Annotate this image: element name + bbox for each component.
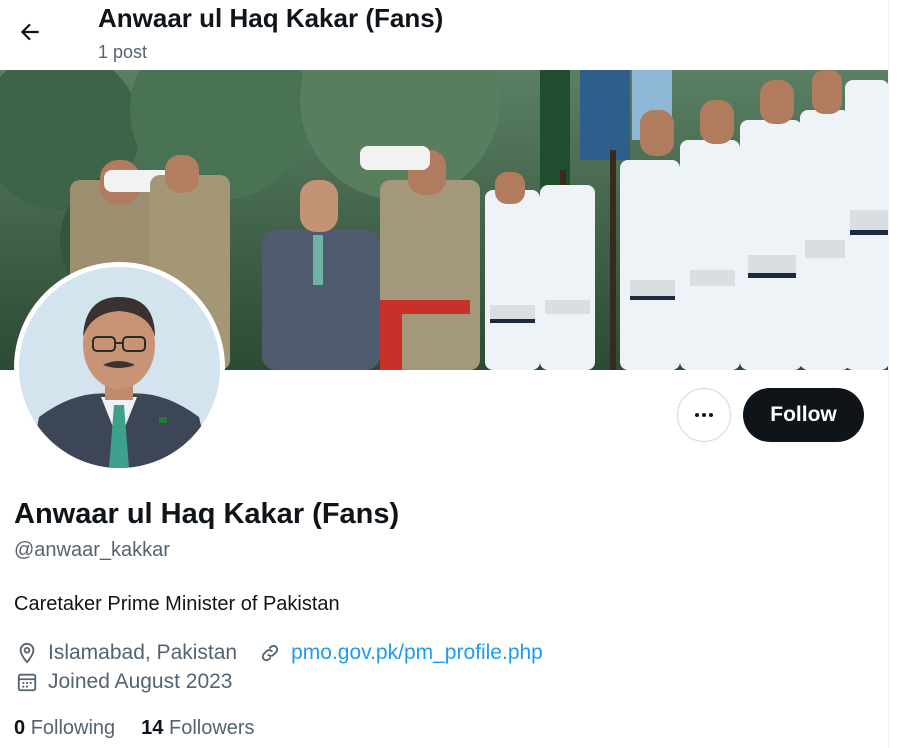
profile-page: Anwaar ul Haq Kakar (Fans) 1 post Follow… xyxy=(0,0,889,748)
profile-header-bar: Anwaar ul Haq Kakar (Fans) 1 post xyxy=(0,0,889,70)
followers-label: Followers xyxy=(168,717,255,739)
header-title: Anwaar ul Haq Kakar (Fans) xyxy=(98,3,444,33)
avatar-image xyxy=(19,267,220,468)
following-link[interactable]: 0 Following xyxy=(14,717,115,739)
profile-website-link[interactable]: pmo.gov.pk/pm_profile.php xyxy=(291,641,543,665)
profile-bio: Caretaker Prime Minister of Pakistan xyxy=(14,593,340,615)
calendar-icon xyxy=(14,669,40,695)
following-count: 0 xyxy=(14,717,26,739)
follow-button[interactable]: Follow xyxy=(743,388,864,442)
following-label: Following xyxy=(30,717,116,739)
post-count: 1 post xyxy=(98,42,148,62)
location-pin-icon xyxy=(14,640,40,666)
column-border xyxy=(888,0,889,748)
profile-avatar[interactable] xyxy=(14,262,225,473)
followers-link[interactable]: 14 Followers xyxy=(141,717,254,739)
arrow-left-icon xyxy=(20,23,39,41)
profile-name: Anwaar ul Haq Kakar (Fans) xyxy=(14,498,400,530)
more-options-button[interactable] xyxy=(677,388,731,442)
back-button[interactable] xyxy=(10,12,50,52)
follow-stats: 0 Following 14 Followers xyxy=(14,717,255,740)
followers-count: 14 xyxy=(141,717,164,739)
profile-joined-date: Joined August 2023 xyxy=(48,670,233,693)
more-dots-icon xyxy=(695,413,713,417)
profile-joined-row: Joined August 2023 xyxy=(14,669,233,695)
profile-meta-row: Islamabad, Pakistan pmo.gov.pk/pm_profil… xyxy=(14,640,543,666)
profile-location: Islamabad, Pakistan xyxy=(48,641,238,664)
profile-handle: @anwaar_kakkar xyxy=(14,539,170,561)
link-icon xyxy=(257,640,283,666)
